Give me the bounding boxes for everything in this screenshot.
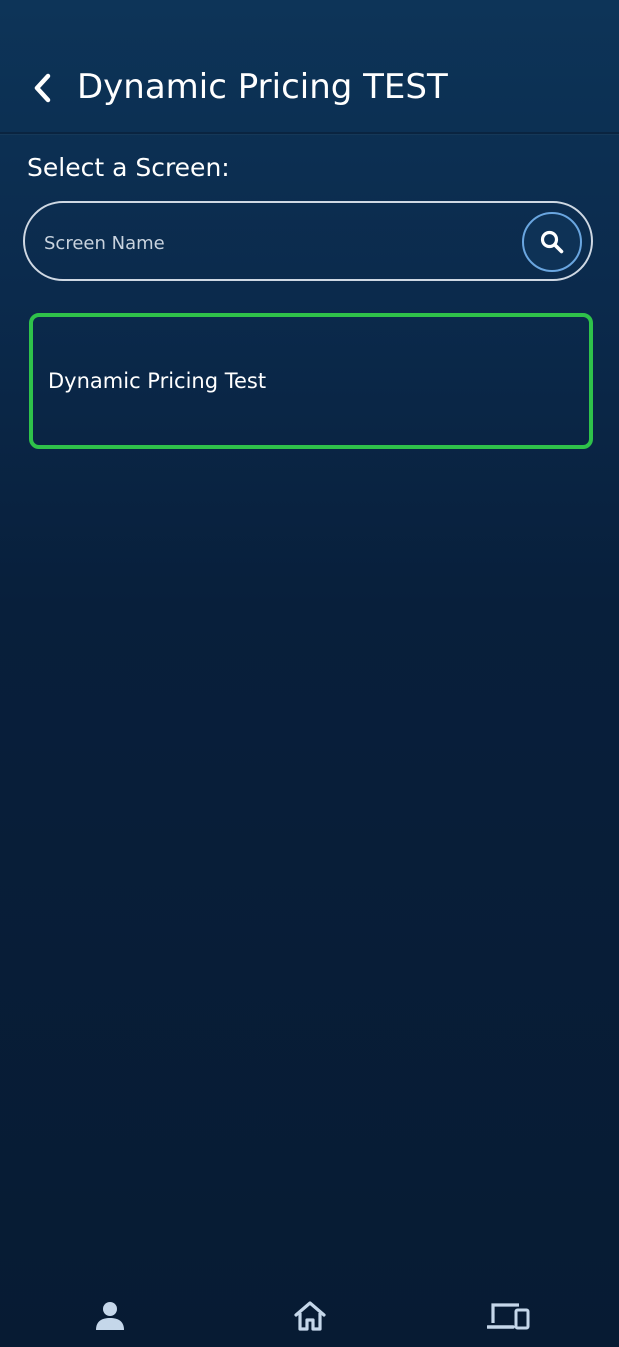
search-icon <box>540 230 564 254</box>
nav-home-button[interactable] <box>282 1294 338 1338</box>
screen-list-item-label: Dynamic Pricing Test <box>48 369 267 393</box>
page-title: Dynamic Pricing TEST <box>77 67 448 107</box>
search-button[interactable] <box>522 212 582 272</box>
screen-name-search-input[interactable] <box>42 225 516 261</box>
screen-list: Dynamic Pricing Test <box>29 313 593 449</box>
nav-devices-button[interactable] <box>481 1294 537 1338</box>
devices-icon <box>487 1303 530 1330</box>
app-header: Dynamic Pricing TEST <box>0 0 619 134</box>
back-button[interactable] <box>24 66 60 110</box>
chevron-left-icon <box>34 73 51 103</box>
bottom-nav <box>0 1280 619 1347</box>
search-bar <box>23 201 593 281</box>
select-screen-label: Select a Screen: <box>27 153 230 182</box>
nav-profile-button[interactable] <box>82 1294 138 1338</box>
person-icon <box>96 1302 124 1330</box>
home-icon <box>294 1301 326 1331</box>
screen-list-item[interactable]: Dynamic Pricing Test <box>29 313 593 449</box>
